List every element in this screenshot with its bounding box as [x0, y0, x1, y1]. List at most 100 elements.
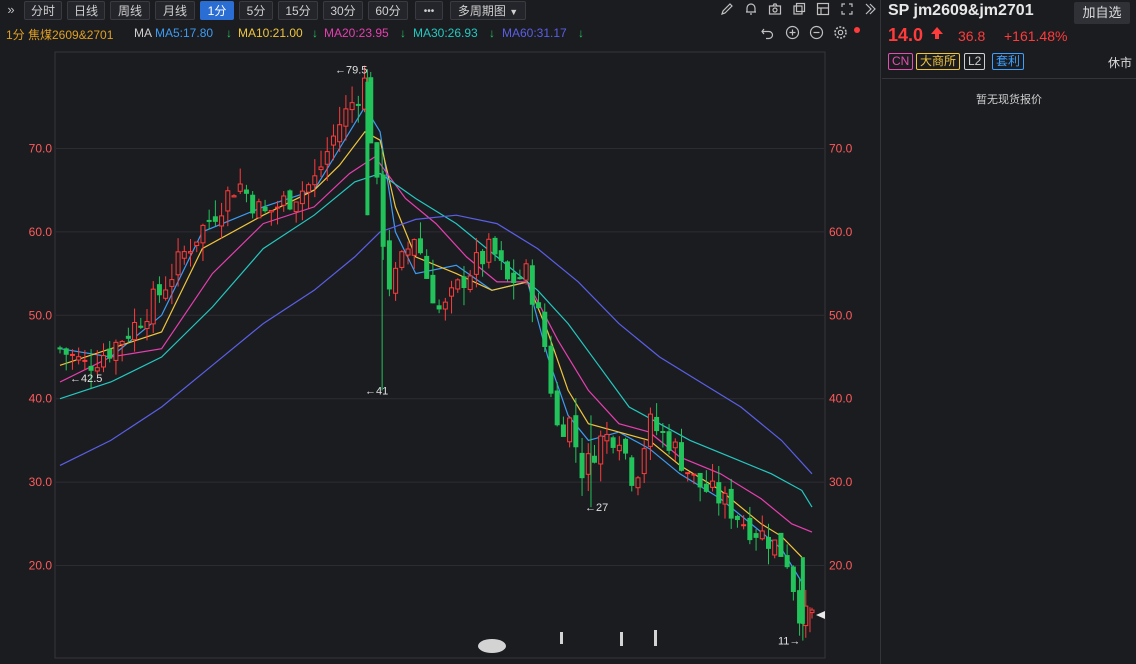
contract-title: SP jm2609&jm2701	[888, 2, 1034, 19]
candle-body	[113, 341, 119, 361]
candle-body	[753, 533, 759, 538]
candle-body	[511, 272, 517, 284]
ma30-value: MA30:26.93	[413, 26, 478, 40]
grid-layer	[56, 148, 824, 566]
tag-l2[interactable]: L2	[964, 53, 986, 70]
zoom-in-icon[interactable]	[785, 25, 800, 43]
fullscreen-icon[interactable]	[838, 2, 856, 20]
camera-icon[interactable]	[766, 2, 784, 20]
candle-body	[243, 189, 249, 194]
y-tick-label-right: 40.0	[829, 392, 853, 406]
candle-body	[175, 251, 181, 276]
candle-body	[88, 365, 94, 371]
candle-body	[374, 142, 380, 178]
ma-line-ma60	[59, 214, 813, 475]
candle-body	[542, 311, 548, 347]
candle-body	[784, 555, 790, 568]
y-tick-label-right: 30.0	[829, 475, 853, 489]
candle-body	[194, 241, 200, 247]
extreme-price-label: 11→	[778, 636, 800, 648]
candle-body	[473, 252, 479, 275]
ma20-down-arrow-icon: ↓	[400, 26, 406, 40]
y-tick-label-right: 20.0	[829, 559, 853, 573]
period-button-60min[interactable]: 60分	[368, 1, 408, 20]
ma5-down-arrow-icon: ↓	[226, 26, 232, 40]
candle-body	[256, 201, 262, 219]
period-button-1min[interactable]: 1分	[200, 1, 234, 20]
multi-period-label: 多周期图	[457, 4, 506, 18]
y-tick-label-left: 20.0	[29, 559, 53, 573]
candle-body	[262, 206, 268, 212]
tag-arbitrage[interactable]: 套利	[992, 53, 1025, 70]
tag-exchange[interactable]: 大商所	[916, 53, 961, 70]
candle-body	[212, 216, 218, 222]
candle-body	[560, 424, 566, 437]
period-button-15min[interactable]: 15分	[278, 1, 318, 20]
period-button-weekly[interactable]: 周线	[110, 1, 150, 20]
price-change: 36.8	[958, 28, 986, 44]
candle-body	[343, 108, 349, 127]
y-tick-label-right: 50.0	[829, 308, 853, 322]
candle-body	[200, 224, 206, 244]
period-button-timeshare[interactable]: 分时	[24, 1, 62, 20]
candle-body	[119, 340, 125, 345]
ma5-value: MA5:17.80	[155, 26, 214, 40]
candle-body	[672, 441, 678, 449]
bell-icon[interactable]	[742, 2, 760, 20]
candle-body	[393, 267, 399, 294]
candle-body	[312, 175, 318, 186]
settings-icon[interactable]	[833, 25, 848, 43]
candle-body	[324, 151, 330, 165]
extreme-price-label: ←27	[585, 502, 608, 514]
ma-line-ma10	[59, 131, 803, 558]
expand-icon[interactable]	[860, 2, 878, 20]
y-tick-label-right: 60.0	[829, 225, 853, 239]
panel-separator	[882, 78, 1136, 79]
candle-body	[567, 417, 573, 443]
candle-body	[424, 255, 430, 279]
last-price-marker-icon	[816, 611, 825, 619]
tag-cn: CN	[888, 53, 914, 70]
draw-icon[interactable]	[718, 2, 736, 20]
candle-body	[399, 251, 405, 268]
period-toolbar: » 分时 日线 周线 月线 1分 5分 15分 30分 60分 ••• 多周期图…	[0, 0, 880, 22]
candle-body	[616, 444, 622, 452]
candle-body	[734, 515, 740, 521]
candle-body	[685, 472, 691, 475]
candle-body	[660, 430, 666, 433]
candle-body	[517, 277, 523, 280]
candle-body	[461, 276, 467, 289]
watermark	[478, 630, 657, 653]
candle-body	[318, 166, 324, 171]
more-periods-button[interactable]: •••	[415, 1, 443, 20]
extreme-price-label: ←42.5	[70, 373, 102, 385]
y-tick-label-left: 40.0	[29, 392, 53, 406]
candle-body	[293, 201, 299, 213]
kline-chart[interactable]: ←79.5 ←42.5 ←41 ←27 11→ 70.0 70.0 60.0 60.0 50.0…	[0, 44, 880, 664]
ma60-down-arrow-icon: ↓	[578, 26, 584, 40]
period-button-5min[interactable]: 5分	[239, 1, 273, 20]
layout-icon[interactable]	[814, 2, 832, 20]
period-button-30min[interactable]: 30分	[323, 1, 363, 20]
period-button-monthly[interactable]: 月线	[155, 1, 195, 20]
window-icon[interactable]	[790, 2, 808, 20]
candle-body	[405, 248, 411, 256]
candle-body	[747, 517, 753, 541]
candle-body	[573, 415, 579, 448]
period-button-daily[interactable]: 日线	[67, 1, 105, 20]
chart-frame	[54, 51, 826, 659]
collapse-icon[interactable]: »	[2, 1, 20, 19]
candle-body	[225, 190, 231, 212]
candle-body	[94, 367, 100, 372]
add-to-watchlist-button[interactable]: 加自选	[1074, 2, 1130, 24]
zoom-out-icon[interactable]	[809, 25, 824, 43]
candle-body	[299, 190, 305, 205]
undo-icon[interactable]	[760, 25, 775, 43]
multi-period-dropdown[interactable]: 多周期图 ▼	[450, 1, 526, 20]
candle-body	[591, 455, 597, 463]
candle-body	[467, 275, 473, 290]
candle-body	[386, 240, 392, 290]
candle-body	[287, 190, 293, 210]
candle-body	[548, 345, 554, 394]
candle-body	[809, 609, 815, 614]
